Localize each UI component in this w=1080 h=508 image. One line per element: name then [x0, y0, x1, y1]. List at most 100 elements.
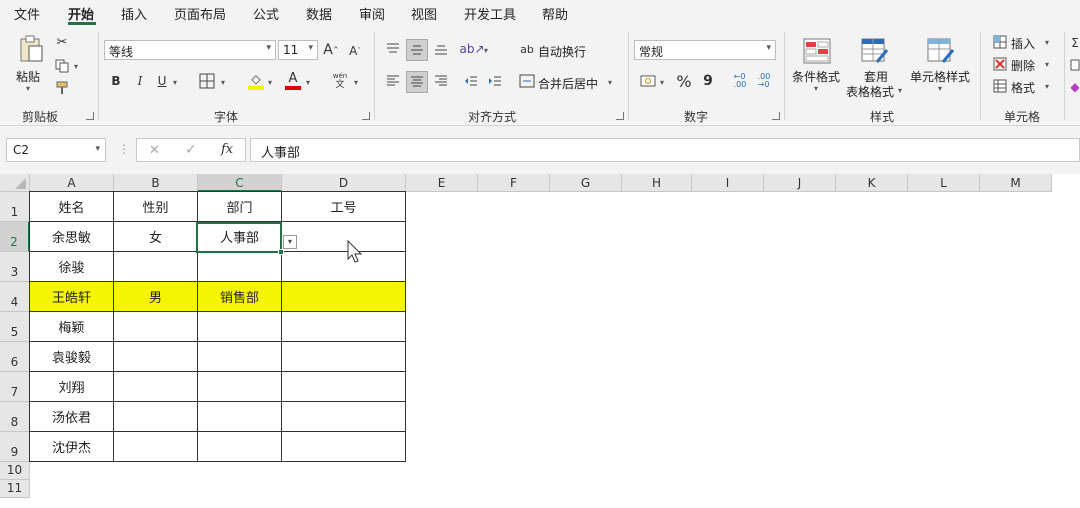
format-painter-icon[interactable] — [54, 80, 70, 96]
align-left-icon[interactable] — [384, 72, 402, 90]
orientation-dropdown-icon[interactable]: ▾ — [484, 46, 488, 55]
name-box[interactable]: C2 ▾ — [6, 138, 106, 162]
tab-formulas[interactable]: 公式 — [253, 4, 279, 23]
row-header-4[interactable]: 4 — [0, 282, 30, 312]
cut-icon[interactable]: ✂ — [54, 34, 70, 50]
conditional-format-button[interactable]: 条件格式 — [792, 68, 840, 85]
cell-styles-dropdown-icon[interactable]: ▾ — [938, 84, 942, 93]
accounting-format-icon[interactable] — [638, 72, 658, 90]
phonetic-icon[interactable]: wén 文 — [328, 70, 352, 92]
cell-b4[interactable]: 男 — [114, 282, 198, 312]
underline-dropdown-icon[interactable]: ▾ — [173, 78, 177, 87]
cell-d5[interactable] — [282, 312, 406, 342]
column-header-f[interactable]: F — [478, 174, 550, 192]
paste-dropdown-icon[interactable]: ▾ — [26, 84, 30, 93]
cell-b6[interactable] — [114, 342, 198, 372]
font-color-dropdown-icon[interactable]: ▾ — [306, 78, 310, 87]
row-header-10[interactable]: 10 — [0, 462, 30, 480]
cell-b8[interactable] — [114, 402, 198, 432]
column-header-c[interactable]: C — [198, 174, 282, 192]
underline-button[interactable]: U — [154, 72, 170, 90]
increase-decimal-icon[interactable]: ←0.00 — [730, 72, 750, 90]
column-header-j[interactable]: J — [764, 174, 836, 192]
fill-handle[interactable] — [278, 249, 284, 255]
wrap-text-button[interactable]: 自动换行 — [538, 43, 586, 60]
cell-c9[interactable] — [198, 432, 282, 462]
row-header-6[interactable]: 6 — [0, 342, 30, 372]
font-color-icon[interactable]: A — [284, 70, 302, 92]
cell-a9[interactable]: 沈伊杰 — [30, 432, 114, 462]
formula-bar-grip-icon[interactable]: ⋮ — [118, 142, 130, 156]
phonetic-dropdown-icon[interactable]: ▾ — [354, 78, 358, 87]
column-header-g[interactable]: G — [550, 174, 622, 192]
align-middle-icon[interactable] — [406, 39, 428, 61]
insert-cells-button[interactable]: 插入 — [1011, 35, 1035, 52]
cell-d9[interactable] — [282, 432, 406, 462]
cell-d7[interactable] — [282, 372, 406, 402]
cell-a3[interactable]: 徐骏 — [30, 252, 114, 282]
format-as-table-icon[interactable] — [860, 36, 890, 66]
increase-font-icon[interactable]: A ^ — [322, 40, 340, 60]
decrease-indent-icon[interactable] — [462, 72, 480, 90]
font-size-select[interactable]: 11 ▾ — [278, 40, 318, 60]
insert-function-icon[interactable]: fx — [221, 142, 233, 157]
delete-cells-icon[interactable] — [992, 56, 1008, 72]
italic-button[interactable]: I — [132, 72, 148, 90]
row-header-9[interactable]: 9 — [0, 432, 30, 462]
insert-dropdown-icon[interactable]: ▾ — [1045, 38, 1049, 47]
data-validation-dropdown-icon[interactable]: ▾ — [283, 235, 297, 249]
column-header-l[interactable]: L — [908, 174, 980, 192]
paste-label[interactable]: 粘贴 — [16, 68, 40, 85]
row-header-2[interactable]: 2 — [0, 222, 30, 252]
column-header-b[interactable]: B — [114, 174, 198, 192]
column-header-k[interactable]: K — [836, 174, 908, 192]
tab-insert[interactable]: 插入 — [121, 4, 147, 23]
cell-c8[interactable] — [198, 402, 282, 432]
tab-help[interactable]: 帮助 — [542, 4, 568, 23]
font-name-select[interactable]: 等线 ▾ — [104, 40, 276, 60]
tab-home[interactable]: 开始 — [68, 4, 94, 23]
row-header-7[interactable]: 7 — [0, 372, 30, 402]
alignment-launcher-icon[interactable] — [616, 112, 624, 120]
paste-icon[interactable] — [14, 34, 48, 64]
format-dropdown-icon[interactable]: ▾ — [1045, 82, 1049, 91]
format-cells-icon[interactable] — [992, 78, 1008, 94]
cell-d6[interactable] — [282, 342, 406, 372]
cell-styles-button[interactable]: 单元格样式 — [910, 68, 970, 85]
cell-styles-icon[interactable] — [926, 36, 956, 66]
merge-dropdown-icon[interactable]: ▾ — [608, 78, 612, 87]
row-header-5[interactable]: 5 — [0, 312, 30, 342]
wrap-text-icon[interactable]: ab — [518, 40, 536, 58]
cell-a5[interactable]: 梅颖 — [30, 312, 114, 342]
percent-button[interactable]: % — [674, 70, 694, 92]
align-center-icon[interactable] — [406, 71, 428, 93]
number-format-select[interactable]: 常规 ▾ — [634, 40, 776, 60]
delete-dropdown-icon[interactable]: ▾ — [1045, 60, 1049, 69]
formula-input[interactable]: 人事部 — [250, 138, 1080, 162]
cell-c4[interactable]: 销售部 — [198, 282, 282, 312]
copy-dropdown-icon[interactable]: ▾ — [74, 62, 78, 71]
cell-b1[interactable]: 性别 — [114, 192, 198, 222]
decrease-font-icon[interactable]: Aˇ — [346, 42, 364, 60]
align-bottom-icon[interactable] — [432, 40, 450, 58]
cell-d8[interactable] — [282, 402, 406, 432]
cell-a2[interactable]: 余思敏 — [30, 222, 114, 252]
cell-d2[interactable] — [282, 222, 406, 252]
row-header-3[interactable]: 3 — [0, 252, 30, 282]
decrease-decimal-icon[interactable]: .00 →0 — [754, 72, 774, 90]
cell-d4[interactable] — [282, 282, 406, 312]
column-header-h[interactable]: H — [622, 174, 692, 192]
cell-c1[interactable]: 部门 — [198, 192, 282, 222]
cell-b9[interactable] — [114, 432, 198, 462]
clipboard-launcher-icon[interactable] — [86, 112, 94, 120]
row-header-1[interactable]: 1 — [0, 192, 30, 222]
cell-d1[interactable]: 工号 — [282, 192, 406, 222]
delete-cells-button[interactable]: 删除 — [1011, 57, 1035, 74]
column-header-a[interactable]: A — [30, 174, 114, 192]
font-launcher-icon[interactable] — [362, 112, 370, 120]
column-header-i[interactable]: I — [692, 174, 764, 192]
copy-icon[interactable] — [54, 58, 70, 74]
cell-c5[interactable] — [198, 312, 282, 342]
cell-c6[interactable] — [198, 342, 282, 372]
tab-review[interactable]: 审阅 — [359, 4, 385, 23]
